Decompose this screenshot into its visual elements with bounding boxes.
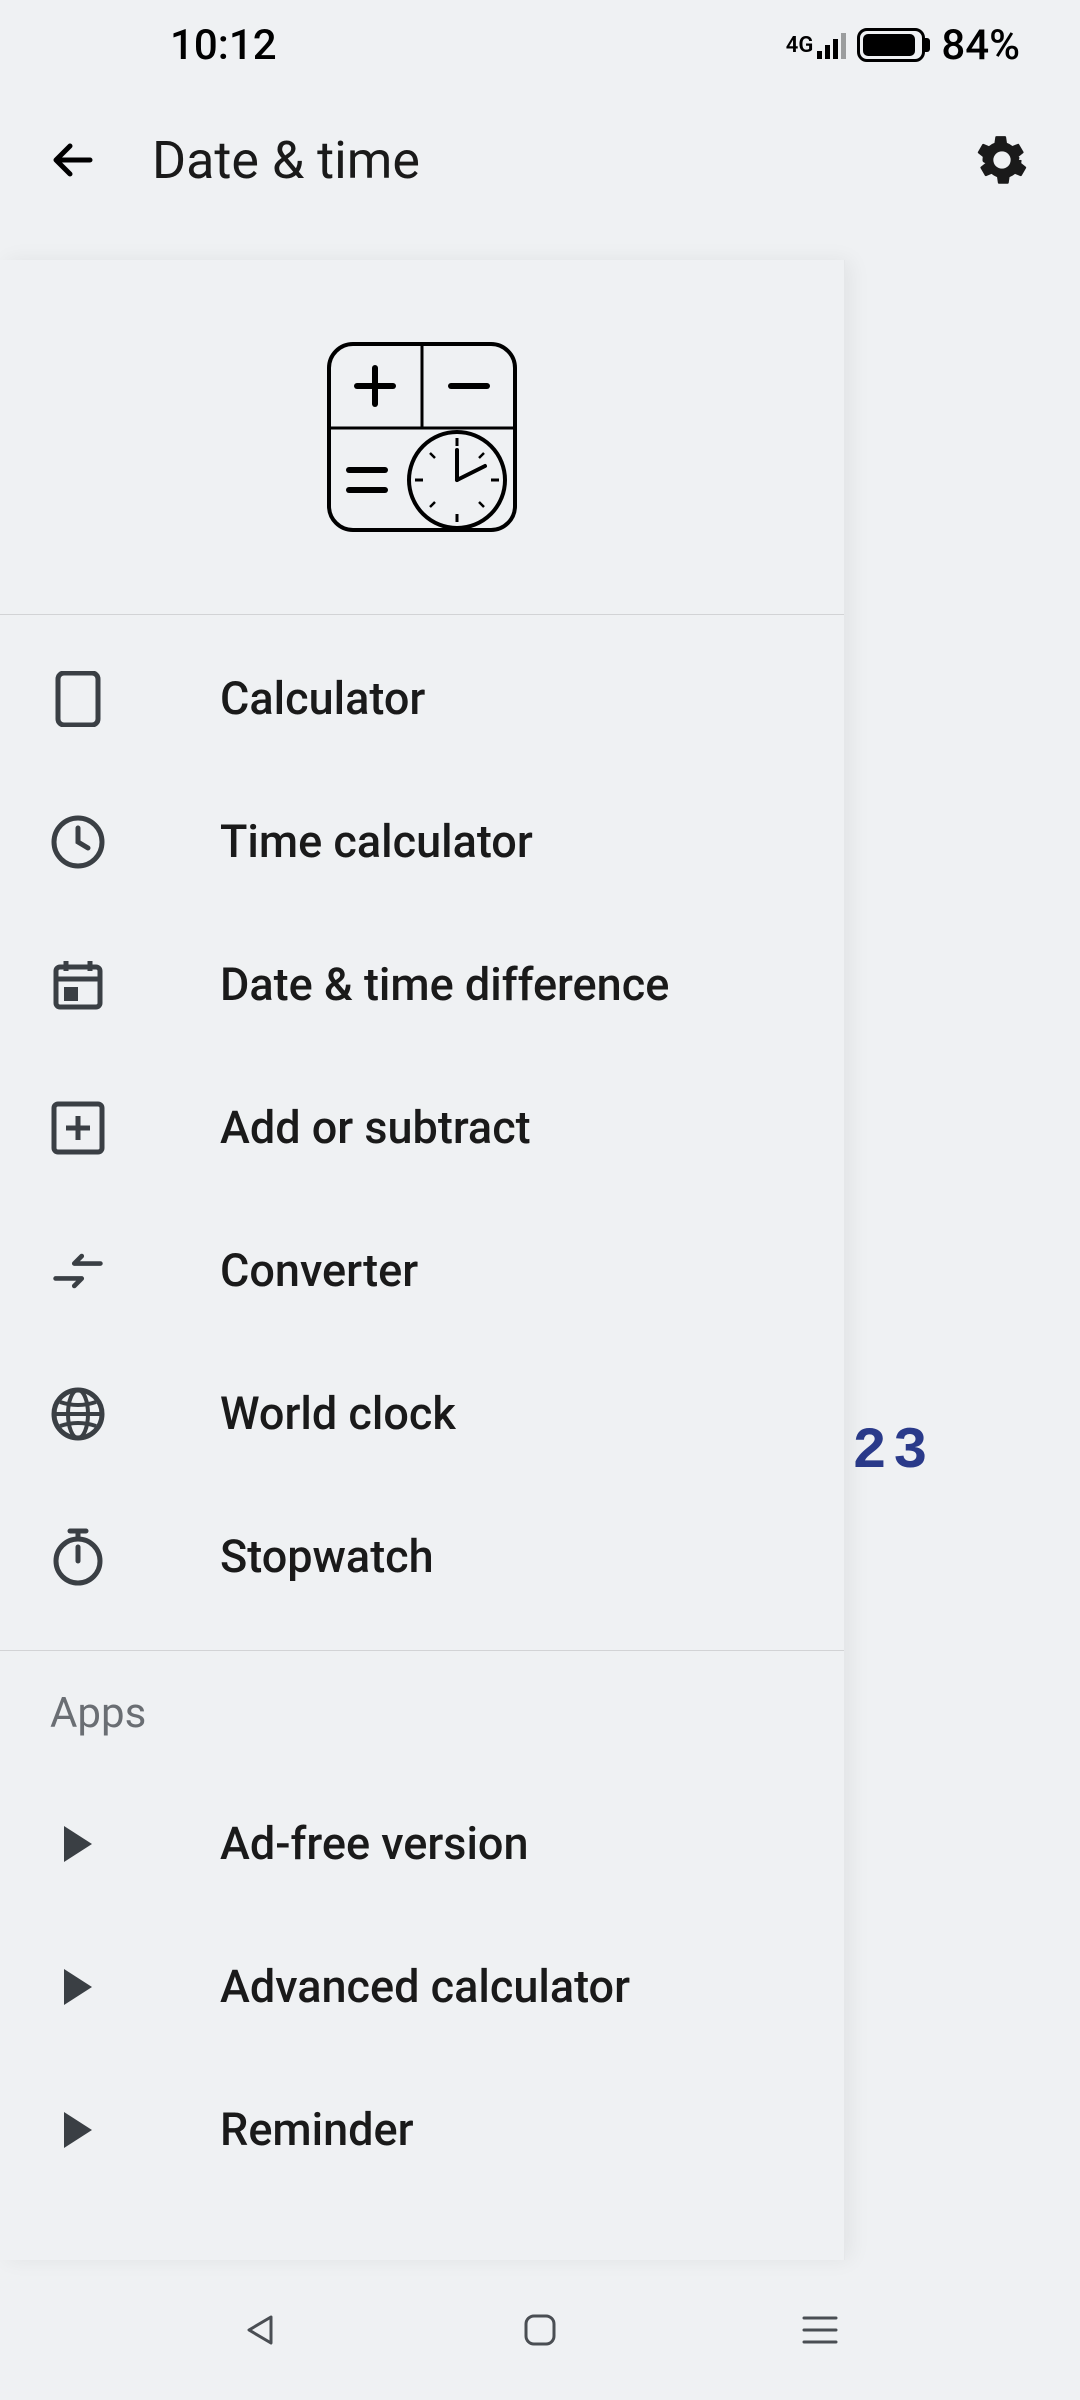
nav-recent-button[interactable]: [790, 2300, 850, 2360]
nav-item-world-clock[interactable]: World clock: [0, 1342, 844, 1485]
apps-section-title: Apps: [0, 1650, 844, 1760]
drawer-main-list: Calculator Time calculator Date & time d…: [0, 615, 844, 1640]
app-bar: Date & time: [0, 90, 1080, 230]
square-home-icon: [522, 2312, 558, 2348]
app-logo-icon: [327, 342, 517, 532]
calculator-icon: [50, 671, 106, 727]
nav-item-reminder[interactable]: Reminder: [0, 2058, 844, 2201]
calendar-icon: [50, 957, 106, 1013]
drawer-apps-list: Ad-free version Advanced calculator Remi…: [0, 1760, 844, 2213]
nav-label: Advanced calculator: [220, 1960, 630, 2013]
nav-item-stopwatch[interactable]: Stopwatch: [0, 1485, 844, 1628]
settings-button[interactable]: [974, 132, 1030, 188]
arrow-left-icon: [50, 137, 96, 183]
nav-item-advanced-calculator[interactable]: Advanced calculator: [0, 1915, 844, 2058]
nav-label: Add or subtract: [220, 1101, 531, 1154]
nav-item-time-calculator[interactable]: Time calculator: [0, 770, 844, 913]
nav-label: World clock: [220, 1387, 456, 1440]
nav-label: Reminder: [220, 2103, 414, 2156]
navigation-drawer: Calculator Time calculator Date & time d…: [0, 260, 845, 2260]
status-bar: 10:12 4G 84%: [0, 0, 1080, 90]
stopwatch-icon: [50, 1529, 106, 1585]
triangle-back-icon: [241, 2311, 279, 2349]
nav-label: Calculator: [220, 672, 425, 725]
nav-label: Time calculator: [220, 815, 533, 868]
play-icon: [50, 1959, 106, 2015]
menu-recent-icon: [800, 2314, 840, 2346]
plus-box-icon: [50, 1100, 106, 1156]
play-icon: [50, 1816, 106, 1872]
background-digits: 23: [852, 1420, 934, 1485]
nav-label: Converter: [220, 1244, 418, 1297]
nav-item-ad-free[interactable]: Ad-free version: [0, 1772, 844, 1915]
battery-icon: [857, 28, 925, 62]
converter-icon: [50, 1243, 106, 1299]
system-nav-bar: [0, 2260, 1080, 2400]
nav-item-converter[interactable]: Converter: [0, 1199, 844, 1342]
nav-label: Ad-free version: [220, 1817, 529, 1870]
page-title: Date & time: [152, 130, 918, 191]
nav-item-add-subtract[interactable]: Add or subtract: [0, 1056, 844, 1199]
nav-label: Stopwatch: [220, 1530, 434, 1583]
nav-home-button[interactable]: [510, 2300, 570, 2360]
play-icon: [50, 2102, 106, 2158]
nav-back-button[interactable]: [230, 2300, 290, 2360]
status-icons: 4G 84%: [786, 21, 1020, 70]
nav-item-date-difference[interactable]: Date & time difference: [0, 913, 844, 1056]
gear-icon: [976, 134, 1028, 186]
back-button[interactable]: [50, 137, 96, 183]
clock-icon: [50, 814, 106, 870]
signal-bars-icon: [817, 31, 847, 59]
nav-item-calculator[interactable]: Calculator: [0, 627, 844, 770]
network-indicator: 4G: [786, 31, 848, 59]
clock: 10:12: [170, 21, 277, 70]
globe-icon: [50, 1386, 106, 1442]
nav-label: Date & time difference: [220, 958, 669, 1011]
drawer-header: [0, 260, 844, 615]
battery-percent: 84%: [941, 21, 1020, 70]
